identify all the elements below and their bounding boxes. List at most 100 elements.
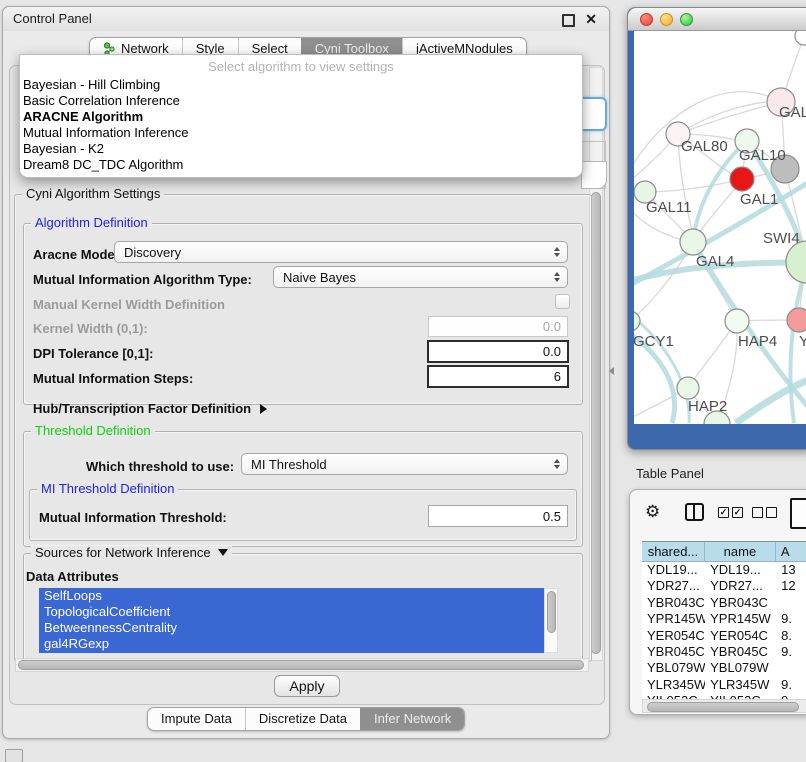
panel-grip-icon[interactable] [5, 749, 23, 762]
dpi-tolerance-field[interactable]: 0.0 [427, 340, 569, 363]
algorithm-option[interactable]: Mutual Information Inference [20, 125, 582, 141]
export-table-icon[interactable] [790, 498, 806, 529]
data-attribute-item[interactable]: BetweennessCentrality [39, 620, 544, 636]
table-cell: YDL19... [705, 562, 776, 578]
algorithm-option[interactable]: Bayesian - Hill Climbing [20, 77, 582, 93]
kernel-width-field[interactable]: 0.0 [428, 316, 568, 337]
attributes-scrollbar-track[interactable] [544, 588, 558, 653]
table-cell: 12 [776, 578, 806, 594]
table-body: YDL19...YDL19...13YDR27...YDR27...12YBR0… [642, 562, 806, 710]
table-settings-gear-icon[interactable]: ⚙ [645, 503, 660, 520]
table-cell: YBR043C [705, 595, 776, 611]
network-node-label: GAL1 [740, 191, 778, 208]
network-node-label: HAP2 [688, 398, 727, 415]
minimize-traffic-light-icon[interactable] [660, 13, 673, 26]
expand-right-icon [260, 404, 267, 414]
table-cell: 13 [776, 562, 806, 578]
data-attribute-item[interactable]: TopologicalCoefficient [39, 604, 544, 620]
attributes-scrollbar-thumb[interactable] [547, 591, 556, 633]
close-icon[interactable]: ✕ [585, 10, 597, 28]
network-node[interactable] [795, 31, 806, 45]
table-row[interactable]: YBL079WYBL079W [642, 660, 806, 676]
zoom-traffic-light-icon[interactable] [680, 13, 693, 26]
network-node[interactable] [680, 229, 706, 255]
data-attribute-item[interactable]: gal4RGexp [39, 636, 544, 652]
data-attribute-item[interactable]: SelfLoops [39, 588, 544, 604]
algorithm-option[interactable]: Bayesian - K2 [20, 141, 582, 157]
network-node[interactable] [786, 241, 806, 283]
mi-algorithm-type-select[interactable]: Naive Bayes [273, 266, 568, 288]
table-horizontal-scrollbar-track[interactable] [642, 699, 806, 713]
which-threshold-label: Which threshold to use: [86, 459, 234, 474]
network-graph: GALGAL80GAL10GAL1GAL11GAL4SWI4GCY1HAP4YH… [634, 31, 806, 424]
apply-button[interactable]: Apply [274, 675, 340, 697]
network-canvas[interactable]: GALGAL80GAL10GAL1GAL11GAL4SWI4GCY1HAP4YH… [634, 31, 806, 424]
table-row[interactable]: YBR045CYBR045C9. [642, 644, 806, 660]
sources-toggle[interactable]: Sources for Network Inference [31, 546, 232, 560]
hub-definition-toggle[interactable]: Hub/Transcription Factor Definition [33, 401, 267, 416]
network-node-label: HAP4 [738, 333, 777, 350]
table-row[interactable]: YLR345WYLR345W9. [642, 677, 806, 693]
tab-infer-network[interactable]: Infer Network [360, 708, 464, 730]
network-node-label: GAL80 [681, 138, 728, 155]
application-root: Control Panel ✕ Network Style Select Cyn… [0, 0, 806, 762]
column-header[interactable]: name [705, 542, 776, 561]
mi-threshold-definition-title: MI Threshold Definition [37, 482, 178, 496]
aracne-mode-select[interactable]: Discovery [114, 241, 568, 263]
table-row[interactable]: YBR043CYBR043C [642, 595, 806, 611]
kernel-width-label: Kernel Width (0,1): [33, 321, 148, 336]
which-threshold-select[interactable]: MI Threshold [241, 453, 568, 475]
control-panel-titlebar: Control Panel ✕ [3, 7, 609, 31]
data-attributes-list[interactable]: SelfLoopsTopologicalCoefficientBetweenne… [39, 588, 544, 653]
network-node[interactable] [787, 308, 806, 332]
manual-kernel-width-checkbox[interactable] [555, 294, 570, 309]
column-header[interactable]: shared... [642, 542, 705, 561]
cyni-bottom-tabbar: Impute Data Discretize Data Infer Networ… [147, 707, 465, 731]
tab-discretize-data[interactable]: Discretize Data [245, 708, 360, 730]
network-node[interactable] [730, 167, 754, 191]
table-cell: YER054C [705, 628, 776, 644]
close-traffic-light-icon[interactable] [640, 13, 653, 26]
table-row[interactable]: YER054CYER054C8. [642, 628, 806, 644]
network-edge [678, 102, 781, 134]
network-view-window: GALGAL80GAL10GAL1GAL11GAL4SWI4GCY1HAP4YH… [627, 7, 806, 450]
table-cell [776, 595, 806, 611]
select-all-columns-icon[interactable]: ✓✓ [718, 507, 743, 518]
mi-steps-label: Mutual Information Steps: [33, 371, 193, 386]
panel-resize-grabber[interactable] [609, 367, 614, 375]
settings-vertical-scrollbar-thumb[interactable] [591, 192, 601, 654]
hub-definition-label: Hub/Transcription Factor Definition [33, 401, 251, 416]
data-attributes-label: Data Attributes [26, 569, 119, 584]
mi-threshold-field[interactable]: 0.5 [428, 505, 568, 527]
algorithm-option[interactable]: ARACNE Algorithm [20, 109, 582, 125]
table-cell: 8. [776, 628, 806, 644]
algorithm-option[interactable]: Basic Correlation Inference [20, 93, 582, 109]
settings-horizontal-scrollbar-thumb[interactable] [18, 660, 584, 670]
table-row[interactable]: YDL19...YDL19...13 [642, 562, 806, 578]
algorithm-option[interactable]: Dream8 DC_TDC Algorithm [20, 157, 582, 173]
mi-steps-field[interactable]: 6 [427, 365, 569, 388]
column-header[interactable]: A [776, 542, 806, 561]
table-row[interactable]: YDR27...YDR27...12 [642, 578, 806, 594]
table-horizontal-scrollbar-thumb[interactable] [647, 702, 799, 712]
network-node[interactable] [634, 311, 640, 331]
network-node[interactable] [725, 309, 749, 333]
tab-label: Discretize Data [259, 708, 347, 730]
network-node-label: Y [799, 333, 806, 350]
table-cell: YLR345W [705, 677, 776, 693]
table-cell: YBR045C [705, 644, 776, 660]
table-row[interactable]: YPR145WYPR145W9. [642, 611, 806, 627]
settings-horizontal-scrollbar-track[interactable] [15, 658, 589, 672]
network-node[interactable] [677, 377, 699, 399]
float-window-icon[interactable] [562, 14, 575, 27]
table-cell: YBR043C [642, 595, 705, 611]
tab-label: Impute Data [161, 708, 232, 730]
column-layout-icon[interactable] [685, 503, 704, 521]
algorithm-dropdown-list: Bayesian - Hill ClimbingBasic Correlatio… [20, 77, 582, 173]
dpi-tolerance-label: DPI Tolerance [0,1]: [33, 346, 153, 361]
table-header: shared...nameA [642, 541, 806, 562]
deselect-all-columns-icon[interactable] [752, 507, 777, 518]
tab-impute-data[interactable]: Impute Data [148, 708, 245, 730]
table-cell: YPR145W [705, 611, 776, 627]
network-node-label: GAL4 [696, 253, 734, 270]
